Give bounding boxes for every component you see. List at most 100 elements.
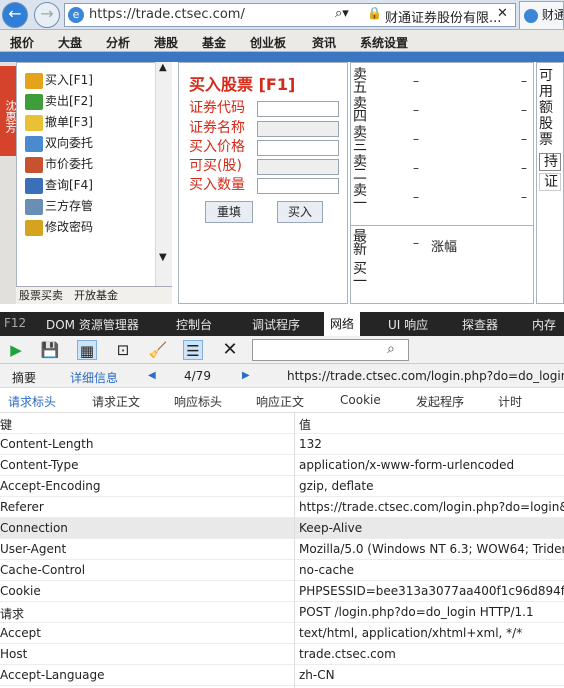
quote-row: 卖一 – –: [353, 183, 527, 212]
table-row[interactable]: Accept-Encoding gzip, deflate: [0, 476, 564, 497]
devtools-pane: F12 DOM 资源管理器 控制台 调试程序 网络 UI 响应 探查器 内存 ▶…: [0, 312, 564, 688]
scroll-down-icon[interactable]: ▼: [159, 252, 167, 263]
lock-icon[interactable]: 🔒: [367, 6, 382, 20]
request-url: https://trade.ctsec.com/login.php?do=do_…: [287, 369, 564, 383]
menu-quote[interactable]: 报价: [10, 34, 34, 51]
buy-price-input[interactable]: [257, 140, 339, 156]
tab-memory[interactable]: 内存: [532, 316, 556, 333]
play-icon[interactable]: ▶: [6, 340, 26, 360]
value-column-header[interactable]: 值: [299, 416, 564, 433]
tab-details[interactable]: 详细信息: [70, 369, 118, 386]
search-dropdown-icon[interactable]: ⌕▾: [335, 6, 349, 21]
nav-change-password[interactable]: 修改密码: [25, 218, 93, 236]
label-buy-qty: 买入数量: [189, 177, 245, 193]
menu-analysis[interactable]: 分析: [106, 34, 130, 51]
tab-request-headers[interactable]: 请求标头: [8, 393, 56, 410]
key-column-header[interactable]: 键: [0, 416, 12, 433]
nav-cancel[interactable]: 撤单[F3]: [25, 113, 93, 131]
tab-open-fund[interactable]: 开放基金: [74, 287, 118, 304]
tab-ui-responsiveness[interactable]: UI 响应: [388, 316, 428, 333]
tab-initiator[interactable]: 发起程序: [416, 393, 464, 410]
menu-fund[interactable]: 基金: [202, 34, 226, 51]
tab-profiler[interactable]: 探查器: [462, 316, 498, 333]
label-stock-code: 证券代码: [189, 100, 245, 116]
table-row-selected[interactable]: Connection Keep-Alive: [0, 518, 564, 539]
tab-dom-explorer[interactable]: DOM 资源管理器: [46, 316, 139, 333]
browser-address-bar: ← → e https://trade.ctsec.com/ ⌕▾ 🔒 财通证券…: [0, 0, 564, 30]
forward-button[interactable]: →: [34, 2, 60, 28]
nav-scrollbar[interactable]: ▲ ▼: [155, 62, 172, 288]
tab-console[interactable]: 控制台: [176, 316, 212, 333]
table-row[interactable]: User-Agent Mozilla/5.0 (Windows NT 6.3; W…: [0, 539, 564, 560]
nav-query[interactable]: 查询[F4]: [25, 176, 93, 194]
close-icon[interactable]: ✕: [220, 340, 240, 360]
url-text: https://trade.ctsec.com/: [89, 7, 245, 22]
scroll-up-icon[interactable]: ▲: [159, 62, 167, 73]
tab-network[interactable]: 网络: [324, 312, 361, 336]
buy-order-form: 买入股票 [F1] 证券代码 证券名称 买入价格 可买(股) 买入数量 重填 买…: [178, 62, 348, 304]
table-row[interactable]: Content-Length 132: [0, 434, 564, 455]
clear-entries-icon[interactable]: ⊡: [113, 340, 133, 360]
table-row[interactable]: Referer https://trade.ctsec.com/login.php…: [0, 497, 564, 518]
search-icon[interactable]: ⌕: [387, 341, 395, 357]
table-row[interactable]: Accept text/html, application/xhtml+xml, …: [0, 623, 564, 644]
back-button[interactable]: ←: [2, 2, 28, 28]
filter-icon[interactable]: ☰: [183, 340, 203, 360]
tab-summary[interactable]: 摘要: [12, 369, 36, 386]
table-row[interactable]: Content-Type application/x-www-form-urlen…: [0, 455, 564, 476]
quote-row: 买一: [353, 261, 367, 290]
tab-holdings[interactable]: 持: [539, 153, 561, 171]
stock-code-input[interactable]: [257, 101, 339, 117]
tab-debugger[interactable]: 调试程序: [252, 316, 300, 333]
label-buy-price: 买入价格: [189, 139, 245, 155]
menu-settings[interactable]: 系统设置: [360, 34, 408, 51]
tab-response-body[interactable]: 响应正文: [256, 393, 304, 410]
stock-label: 股票: [539, 116, 553, 148]
nav-sell[interactable]: 卖出[F2]: [25, 92, 93, 110]
quote-row: 卖四 – –: [353, 96, 527, 125]
menu-news[interactable]: 资讯: [312, 34, 336, 51]
tab-response-headers[interactable]: 响应标头: [174, 393, 222, 410]
clear-cache-icon[interactable]: 🧹: [148, 340, 168, 360]
table-row[interactable]: Cache-Control no-cache: [0, 560, 564, 581]
browser-tab[interactable]: 财通: [519, 1, 564, 29]
table-row[interactable]: Accept-Language zh-CN: [0, 665, 564, 686]
tab-request-body[interactable]: 请求正文: [92, 393, 140, 410]
buy-qty-input[interactable]: [257, 178, 339, 194]
nav-third-party[interactable]: 三方存管: [25, 197, 93, 215]
prev-icon[interactable]: ◀: [148, 370, 156, 381]
query-icon: [25, 177, 43, 194]
url-input[interactable]: e https://trade.ctsec.com/ ⌕▾ 🔒 财通证券股份有限…: [64, 3, 516, 27]
export-icon[interactable]: ▦: [77, 340, 97, 360]
tab-securities[interactable]: 证: [539, 173, 561, 191]
nav-buy[interactable]: 买入[F1]: [25, 71, 93, 89]
menu-market[interactable]: 大盘: [58, 34, 82, 51]
table-row[interactable]: Host trade.ctsec.com: [0, 644, 564, 665]
detail-tabs: 请求标头 请求正文 响应标头 响应正文 Cookie 发起程序 计时: [0, 389, 564, 413]
table-row[interactable]: Cookie PHPSESSID=bee313a3077aa400f1c96d89…: [0, 581, 564, 602]
column-divider[interactable]: [294, 413, 295, 688]
nav-market-order[interactable]: 市价委托: [25, 155, 93, 173]
site-identity[interactable]: 财通证券股份有限...: [385, 7, 501, 26]
devtools-tabs: F12 DOM 资源管理器 控制台 调试程序 网络 UI 响应 探查器 内存: [0, 312, 564, 336]
amount-label: 额: [539, 100, 553, 116]
menu-gem[interactable]: 创业板: [250, 34, 286, 51]
table-row[interactable]: 请求 POST /login.php?do=do_login HTTP/1.1: [0, 602, 564, 623]
tab-timings[interactable]: 计时: [498, 393, 522, 410]
save-icon[interactable]: 💾: [40, 340, 60, 360]
menu-hk[interactable]: 港股: [154, 34, 178, 51]
quote-row: 卖三 – –: [353, 125, 527, 154]
search-input[interactable]: ⌕: [252, 339, 409, 361]
side-banner-label: 沈惠芳: [0, 66, 17, 156]
tab-cookies[interactable]: Cookie: [340, 393, 381, 407]
reset-button[interactable]: 重填: [205, 201, 253, 223]
next-icon[interactable]: ▶: [242, 370, 250, 381]
nav-two-way[interactable]: 双向委托: [25, 134, 93, 152]
sell-icon: [25, 93, 43, 110]
refresh-icon[interactable]: ✕: [497, 6, 508, 21]
key-icon: [25, 219, 43, 236]
buy-button[interactable]: 买入: [277, 201, 323, 223]
ie-icon: e: [68, 7, 84, 23]
account-panel: 可用 额 股票 持 证: [536, 62, 564, 304]
tab-stock-trade[interactable]: 股票买卖: [19, 287, 63, 304]
